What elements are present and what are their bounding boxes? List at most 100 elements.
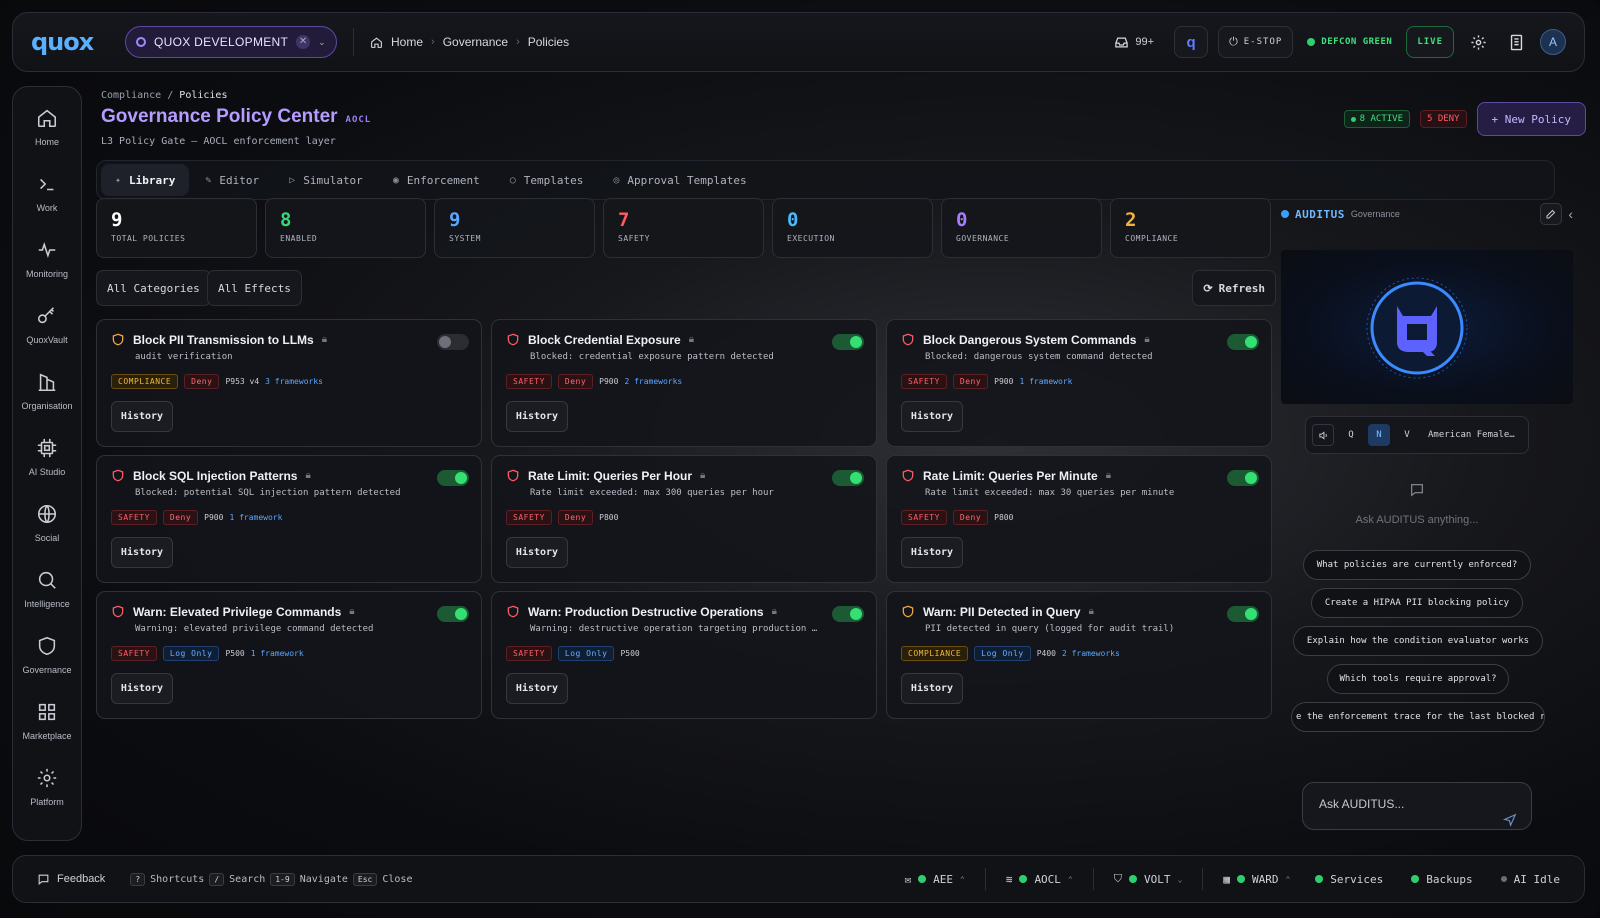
docs-button[interactable] <box>1503 26 1530 58</box>
inbox-button[interactable]: 99+ <box>1104 26 1164 58</box>
tab-library[interactable]: ✦ Library <box>101 164 190 196</box>
feedback-button[interactable]: Feedback <box>37 873 105 886</box>
stat-execution[interactable]: 0 EXECUTION <box>772 198 933 258</box>
service-ward[interactable]: ▦ WARD ⌃ <box>1223 873 1290 886</box>
voice-option-q[interactable]: Q <box>1340 424 1362 446</box>
breadcrumb-governance[interactable]: Governance <box>443 35 508 49</box>
sidebar-item-governance[interactable]: Governance <box>13 635 81 701</box>
policy-card[interactable]: Warn: PII Detected in Query 🔒︎ PII detecte… <box>886 591 1272 719</box>
sidebar-item-intelligence[interactable]: Intelligence <box>13 569 81 635</box>
policy-enable-toggle[interactable] <box>832 606 864 622</box>
breadcrumb-compliance[interactable]: Compliance <box>101 90 161 101</box>
status-ai-idle[interactable]: AI Idle <box>1500 873 1560 886</box>
stat-system[interactable]: 9 SYSTEM <box>434 198 595 258</box>
defcon-status[interactable]: DEFCON GREEN <box>1303 26 1396 58</box>
suggestion-chip[interactable]: e the enforcement trace for the last blo… <box>1291 702 1545 732</box>
quox-assistant-button[interactable]: q <box>1174 26 1209 58</box>
service-aee[interactable]: ✉ AEE ⌃ <box>904 873 964 886</box>
policy-enable-toggle[interactable] <box>1227 334 1259 350</box>
stat-safety[interactable]: 7 SAFETY <box>603 198 764 258</box>
sidebar-item-quoxvault[interactable]: QuoxVault <box>13 305 81 371</box>
tab-editor[interactable]: ✎ Editor <box>191 164 273 196</box>
sidebar-item-platform[interactable]: Platform <box>13 767 81 833</box>
app-logo[interactable]: quox <box>31 28 111 56</box>
history-button[interactable]: History <box>901 401 963 432</box>
auditus-input[interactable]: Ask AUDITUS... <box>1302 782 1532 830</box>
policy-enable-toggle[interactable] <box>437 470 469 486</box>
policy-enable-toggle[interactable] <box>832 334 864 350</box>
tab-enforcement[interactable]: ◉ Enforcement <box>379 164 494 196</box>
chevron-down-icon[interactable]: ⌄ <box>318 37 326 48</box>
policy-card[interactable]: Block Dangerous System Commands 🔒︎ Blocked… <box>886 319 1272 447</box>
tab-approval-templates[interactable]: ◎ Approval Templates <box>599 164 760 196</box>
tab-simulator[interactable]: ▷ Simulator <box>275 164 377 196</box>
stat-governance[interactable]: 0 GOVERNANCE <box>941 198 1102 258</box>
live-badge[interactable]: LIVE <box>1406 26 1454 58</box>
policy-enable-toggle[interactable] <box>1227 606 1259 622</box>
tab-templates[interactable]: ○ Templates <box>496 164 598 196</box>
policy-enable-toggle[interactable] <box>437 334 469 350</box>
settings-button[interactable] <box>1464 26 1493 58</box>
policy-card[interactable]: Block SQL Injection Patterns 🔒︎ Blocked: p… <box>96 455 482 583</box>
sidebar-item-ai-studio[interactable]: AI Studio <box>13 437 81 503</box>
sidebar-item-marketplace[interactable]: Marketplace <box>13 701 81 767</box>
sidebar-item-monitoring[interactable]: Monitoring <box>13 239 81 305</box>
history-button[interactable]: History <box>506 537 568 568</box>
policy-enable-toggle[interactable] <box>832 470 864 486</box>
category-filter[interactable]: All Categories <box>96 270 211 306</box>
new-policy-button[interactable]: + New Policy <box>1476 102 1586 136</box>
send-icon[interactable] <box>1503 813 1517 827</box>
sidebar-item-home[interactable]: Home <box>13 107 81 173</box>
workspace-selector[interactable]: QUOX DEVELOPMENT ✕ ⌄ <box>125 26 338 58</box>
history-button[interactable]: History <box>111 537 173 568</box>
stat-enabled[interactable]: 8 ENABLED <box>265 198 426 258</box>
history-button[interactable]: History <box>506 673 568 704</box>
policy-card[interactable]: Warn: Elevated Privilege Commands 🔒︎ Warni… <box>96 591 482 719</box>
policy-card[interactable]: Rate Limit: Queries Per Minute 🔒︎ Rate lim… <box>886 455 1272 583</box>
sidebar-item-work[interactable]: Work <box>13 173 81 239</box>
policy-card[interactable]: Block Credential Exposure 🔒︎ Blocked: cred… <box>491 319 877 447</box>
frameworks-link[interactable]: 2 frameworks <box>624 377 682 386</box>
service-volt[interactable]: ⛉ VOLT ⌄ <box>1114 872 1183 886</box>
policy-card[interactable]: Rate Limit: Queries Per Hour 🔒︎ Rate limit… <box>491 455 877 583</box>
frameworks-link[interactable]: 3 frameworks <box>265 377 323 386</box>
edit-button[interactable] <box>1540 203 1563 225</box>
avatar[interactable]: A <box>1540 29 1566 55</box>
sidebar-item-social[interactable]: Social <box>13 503 81 569</box>
voice-option-n[interactable]: N <box>1368 424 1390 446</box>
stat-compliance[interactable]: 2 COMPLIANCE <box>1110 198 1271 258</box>
chevron-left-icon[interactable]: ‹ <box>1568 206 1573 222</box>
history-button[interactable]: History <box>901 537 963 568</box>
history-button[interactable]: History <box>901 673 963 704</box>
history-button[interactable]: History <box>111 673 173 704</box>
breadcrumb-policies[interactable]: Policies <box>528 35 569 49</box>
policy-enable-toggle[interactable] <box>1227 470 1259 486</box>
suggestion-chip[interactable]: Explain how the condition evaluator work… <box>1293 626 1543 656</box>
voice-option-v[interactable]: V <box>1396 424 1418 446</box>
status-backups[interactable]: Backups <box>1411 873 1473 886</box>
status-services[interactable]: Services <box>1315 873 1383 886</box>
breadcrumb-home[interactable]: Home <box>391 35 423 49</box>
frameworks-link[interactable]: 2 frameworks <box>1062 649 1120 658</box>
suggestion-chip[interactable]: Which tools require approval? <box>1327 664 1509 694</box>
refresh-button[interactable]: ⟳ Refresh <box>1192 270 1276 306</box>
history-button[interactable]: History <box>111 401 173 432</box>
history-button[interactable]: History <box>506 401 568 432</box>
frameworks-link[interactable]: 1 framework <box>229 513 282 522</box>
sidebar-item-organisation[interactable]: Organisation <box>13 371 81 437</box>
stat-total-policies[interactable]: 9 TOTAL POLICIES <box>96 198 257 258</box>
suggestion-chip[interactable]: What policies are currently enforced? <box>1303 550 1531 580</box>
suggestion-chip[interactable]: Create a HIPAA PII blocking policy <box>1311 588 1523 618</box>
policy-card[interactable]: Warn: Production Destructive Operations 🔒… <box>491 591 877 719</box>
close-icon[interactable]: ✕ <box>296 35 311 49</box>
tab-label: Editor <box>219 173 260 187</box>
frameworks-link[interactable]: 1 framework <box>251 649 304 658</box>
estop-button[interactable]: ⏻ E-STOP <box>1218 26 1294 58</box>
effect-filter[interactable]: All Effects <box>207 270 302 306</box>
voice-name[interactable]: American Female… <box>1428 430 1515 440</box>
speaker-button[interactable] <box>1312 424 1334 446</box>
service-aocl[interactable]: ≋ AOCL ⌃ <box>1006 873 1073 886</box>
policy-card[interactable]: Block PII Transmission to LLMs 🔒︎ audit ve… <box>96 319 482 447</box>
frameworks-link[interactable]: 1 framework <box>1019 377 1072 386</box>
policy-enable-toggle[interactable] <box>437 606 469 622</box>
